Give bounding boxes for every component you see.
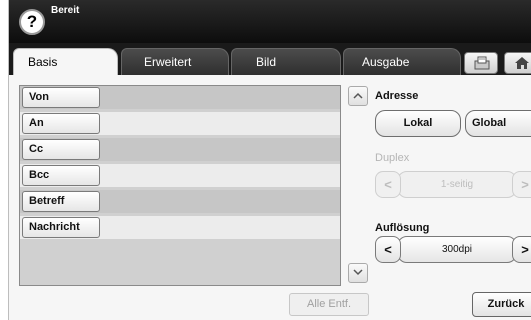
tab-bild[interactable]: Bild: [231, 48, 341, 75]
nachricht-button[interactable]: Nachricht: [22, 217, 100, 238]
clear-all-button[interactable]: Alle Entf.: [289, 293, 369, 316]
aufloesung-decrease-button[interactable]: <: [375, 236, 401, 263]
lokal-button[interactable]: Lokal: [375, 110, 461, 137]
aufloesung-value: 300dpi: [397, 236, 517, 263]
cc-button[interactable]: Cc: [22, 139, 100, 160]
scroll-up-button[interactable]: [348, 86, 368, 106]
list-item: Bcc: [20, 164, 340, 187]
status-bar: ? Bereit: [9, 0, 531, 43]
aufloesung-label: Auflösung: [375, 222, 430, 234]
duplex-value: 1-seitig: [397, 171, 517, 198]
adresse-label: Adresse: [375, 90, 419, 102]
copy-button[interactable]: [464, 52, 498, 74]
betreff-button[interactable]: Betreff: [22, 191, 100, 212]
aufloesung-increase-button[interactable]: >: [512, 236, 531, 263]
an-button[interactable]: An: [22, 113, 100, 134]
tab-ausgabe[interactable]: Ausgabe: [343, 48, 461, 75]
back-button[interactable]: Zurück: [472, 292, 531, 317]
tab-bar: Basis Erweitert Bild Ausgabe: [9, 43, 531, 75]
tab-erweitert[interactable]: Erweitert: [121, 48, 229, 75]
duplex-increase-button[interactable]: >: [512, 171, 531, 198]
duplex-decrease-button[interactable]: <: [375, 171, 401, 198]
scan-to-email-screen: ? Bereit Basis Erweitert Bild Ausgabe Vo…: [8, 0, 531, 320]
list-item: Betreff: [20, 190, 340, 213]
list-item: Nachricht: [20, 216, 340, 239]
list-item: An: [20, 112, 340, 135]
scroll-down-button[interactable]: [348, 263, 368, 283]
copy-icon: [474, 56, 490, 70]
home-button[interactable]: [504, 52, 531, 74]
chevron-down-icon: [353, 269, 363, 276]
duplex-stepper: 1-seitig < >: [375, 171, 531, 198]
home-icon: [515, 57, 529, 69]
von-button[interactable]: Von: [22, 87, 100, 108]
global-button[interactable]: Global: [465, 110, 531, 137]
address-list: Von An Cc Bcc Betreff Nachricht: [19, 85, 341, 286]
list-item: Von: [20, 86, 340, 109]
duplex-label: Duplex: [375, 152, 410, 164]
chevron-up-icon: [353, 92, 363, 99]
status-text: Bereit: [51, 5, 80, 16]
bcc-button[interactable]: Bcc: [22, 165, 100, 186]
tab-basis[interactable]: Basis: [13, 48, 118, 75]
help-button[interactable]: ?: [19, 9, 45, 35]
list-item: Cc: [20, 138, 340, 161]
aufloesung-stepper: 300dpi < >: [375, 236, 531, 263]
